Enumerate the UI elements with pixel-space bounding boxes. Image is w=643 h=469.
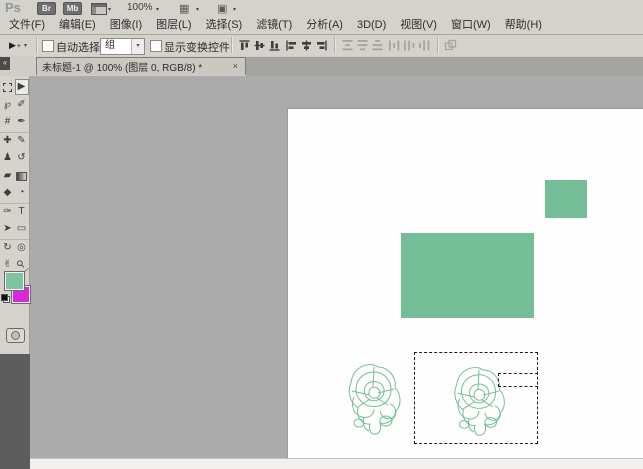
quick-mask-mode-button[interactable] xyxy=(6,328,25,343)
quick-selection-tool[interactable]: ✐ xyxy=(15,97,29,113)
distribute-bottom-edges-icon[interactable] xyxy=(371,39,384,52)
distribute-vertical-centers-icon[interactable] xyxy=(356,39,369,52)
arrange-documents-icon[interactable]: ▦ xyxy=(179,2,189,15)
application-bar: Ps Br Mb ▾ 100% ▾ ▦ ▾ ▣ ▾ xyxy=(0,0,643,18)
document-workspace xyxy=(30,76,643,458)
clone-stamp-tool[interactable]: ♟ xyxy=(1,150,15,166)
move-tool-icon: ▶ xyxy=(9,40,16,51)
gradient-icon xyxy=(16,172,27,181)
menu-3d[interactable]: 3D(D) xyxy=(350,17,393,34)
eyedropper-tool[interactable]: ✒ xyxy=(15,114,29,130)
auto-select-label: 自动选择: xyxy=(56,39,103,55)
artwork-small-green-square xyxy=(545,180,587,218)
menu-file[interactable]: 文件(F) xyxy=(2,17,52,34)
rectangular-marquee-tool[interactable] xyxy=(1,79,15,95)
align-left-edges-icon[interactable] xyxy=(285,39,298,52)
document-tab-bar: « 未标题-1 @ 100% (图层 0, RGB/8) * × xyxy=(0,56,643,77)
plus-icon: + xyxy=(17,43,21,50)
align-top-edges-icon[interactable] xyxy=(238,39,251,52)
horizontal-scrollbar-track[interactable] xyxy=(30,458,643,469)
align-bottom-edges-icon[interactable] xyxy=(268,39,281,52)
selection-marquee-notch[interactable] xyxy=(498,373,538,387)
selection-marquee[interactable] xyxy=(414,352,538,444)
type-tool[interactable]: T xyxy=(15,204,29,220)
menu-help[interactable]: 帮助(H) xyxy=(498,17,549,34)
menu-bar: 文件(F) 编辑(E) 图像(I) 图层(L) 选择(S) 滤镜(T) 分析(A… xyxy=(0,17,643,35)
move-tool-preset-button[interactable]: ▶ + ▾ xyxy=(3,37,33,53)
align-horizontal-centers-icon[interactable] xyxy=(300,39,313,52)
menu-view[interactable]: 视图(V) xyxy=(393,17,444,34)
document-tab-title: 未标题-1 @ 100% (图层 0, RGB/8) * xyxy=(42,59,226,74)
chevron-down-icon: ▾ xyxy=(131,39,144,54)
default-colors-icon[interactable] xyxy=(1,294,10,303)
tab-bar-empty-area xyxy=(246,57,643,76)
eraser-tool[interactable]: ▰ xyxy=(1,168,15,184)
align-vertical-centers-icon[interactable] xyxy=(253,39,266,52)
close-icon[interactable]: × xyxy=(231,61,240,72)
separator xyxy=(231,37,233,53)
pen-tool[interactable]: ✑ xyxy=(1,204,15,220)
menu-image[interactable]: 图像(I) xyxy=(103,17,149,34)
separator xyxy=(437,37,439,53)
foreground-color-swatch[interactable] xyxy=(4,271,25,291)
gradient-tool[interactable] xyxy=(15,168,29,184)
launch-minibridge-button[interactable]: Mb xyxy=(63,2,82,15)
artwork-large-green-rectangle xyxy=(401,233,534,318)
distribute-top-edges-icon[interactable] xyxy=(341,39,354,52)
menu-filter[interactable]: 滤镜(T) xyxy=(249,17,299,34)
separator xyxy=(36,37,38,53)
dropdown-value: 组 xyxy=(101,39,131,54)
menu-window[interactable]: 窗口(W) xyxy=(444,17,498,34)
distribute-horizontal-centers-icon[interactable] xyxy=(403,39,416,52)
document-tab[interactable]: 未标题-1 @ 100% (图层 0, RGB/8) * × xyxy=(36,57,246,75)
marquee-icon xyxy=(3,83,12,92)
auto-select-target-dropdown[interactable]: 组 ▾ xyxy=(100,38,145,55)
rectangle-shape-tool[interactable]: ▭ xyxy=(15,221,29,237)
path-selection-tool[interactable]: ➤ xyxy=(1,221,15,237)
canvas[interactable] xyxy=(287,108,643,458)
auto-align-layers-icon[interactable] xyxy=(444,39,457,52)
chevron-down-icon[interactable]: ▾ xyxy=(108,6,111,13)
collapse-tools-panel-button[interactable]: « xyxy=(0,57,10,70)
menu-select[interactable]: 选择(S) xyxy=(199,17,250,34)
lasso-tool[interactable]: ℘ xyxy=(1,97,15,113)
chevron-down-icon[interactable]: ▾ xyxy=(233,6,236,13)
show-transform-controls-label: 显示变换控件 xyxy=(164,39,230,55)
screen-mode-icon[interactable]: ▣ xyxy=(217,2,227,15)
view-extras-icon[interactable] xyxy=(91,3,107,15)
spot-healing-brush-tool[interactable]: ✚ xyxy=(1,133,15,149)
show-transform-controls-checkbox[interactable] xyxy=(150,40,162,52)
blur-tool[interactable]: ◆ xyxy=(1,185,15,201)
align-right-edges-icon[interactable] xyxy=(315,39,328,52)
tools-panel-footer xyxy=(0,354,30,469)
menu-edit[interactable]: 编辑(E) xyxy=(52,17,103,34)
auto-select-checkbox[interactable] xyxy=(42,40,54,52)
launch-bridge-button[interactable]: Br xyxy=(37,2,56,15)
3d-rotate-tool[interactable]: ↻ xyxy=(1,240,15,256)
history-brush-tool[interactable]: ↺ xyxy=(15,150,29,166)
separator xyxy=(334,37,336,53)
tool-options-bar: ▶ + ▾ 自动选择: 组 ▾ 显示变换控件 xyxy=(0,35,643,57)
photoshop-logo: Ps xyxy=(5,0,21,15)
move-tool[interactable]: ▶ xyxy=(15,79,29,95)
3d-orbit-tool[interactable]: ◎ xyxy=(15,240,29,256)
chevron-down-icon[interactable]: ▾ xyxy=(196,6,199,13)
menu-analysis[interactable]: 分析(A) xyxy=(299,17,350,34)
menu-layer[interactable]: 图层(L) xyxy=(149,17,198,34)
brush-tool[interactable]: ✎ xyxy=(15,133,29,149)
chevron-down-icon: ▾ xyxy=(24,42,27,49)
tools-panel: ▶ ℘ ✐ # ✒ ✚ ✎ ♟ ↺ ▰ ◆ ◔ ✑ T ➤ xyxy=(0,76,30,354)
dodge-tool[interactable]: ◔ xyxy=(15,185,29,201)
chevron-down-icon[interactable]: ▾ xyxy=(156,6,159,13)
distribute-left-edges-icon[interactable] xyxy=(388,39,401,52)
artwork-rose-sketch-left xyxy=(343,361,405,439)
distribute-right-edges-icon[interactable] xyxy=(418,39,431,52)
crop-tool[interactable]: # xyxy=(1,114,15,130)
photoshop-window: Ps Br Mb ▾ 100% ▾ ▦ ▾ ▣ ▾ 文件(F) 编辑(E) 图像… xyxy=(0,0,643,469)
zoom-level-control[interactable]: 100% xyxy=(127,2,153,13)
